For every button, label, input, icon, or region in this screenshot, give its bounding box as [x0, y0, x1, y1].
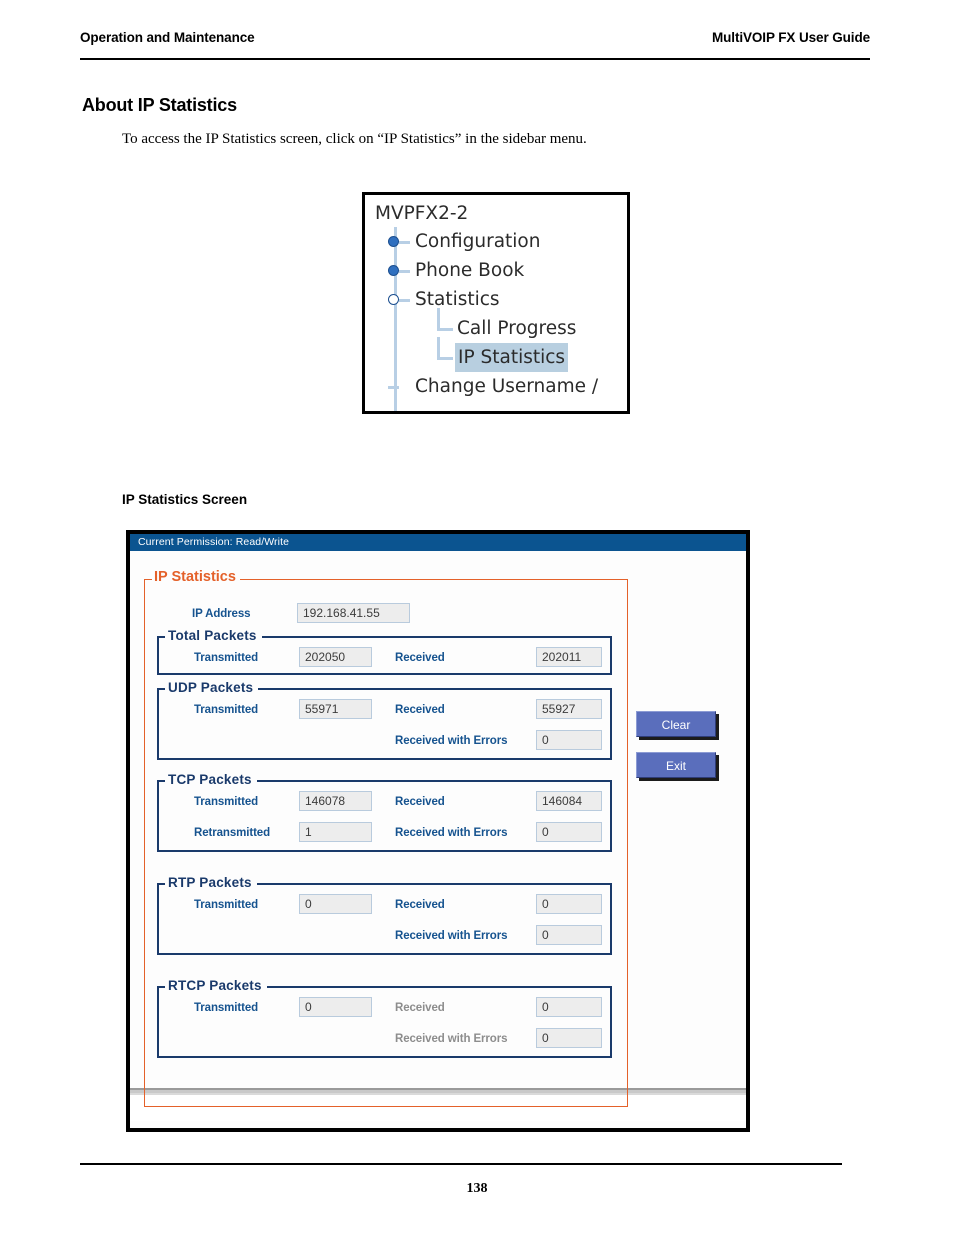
total-packets-group: Total Packets Transmitted 202050 Receive… [157, 628, 612, 675]
rtcp-received-errors-field[interactable]: 0 [536, 1028, 602, 1048]
group-title: UDP Packets [165, 680, 259, 695]
received-label: Received [395, 704, 445, 716]
tree-item-label: Configuration [415, 231, 541, 252]
total-transmitted-field[interactable]: 202050 [299, 647, 372, 667]
group-title: Total Packets [165, 628, 262, 643]
udp-packets-group: UDP Packets Transmitted 55971 Received 5… [157, 680, 612, 760]
received-label: Received [395, 796, 445, 808]
tree-item-label: Change Username / [415, 376, 599, 397]
node-connector-line [399, 270, 410, 273]
tree-branch-line [437, 337, 440, 357]
page-header: Operation and Maintenance MultiVOIP FX U… [80, 30, 870, 45]
transmitted-label: Transmitted [194, 899, 259, 911]
tree-branch-arm [437, 357, 453, 360]
figure-caption: IP Statistics Screen [122, 492, 248, 507]
rtcp-received-field[interactable]: 0 [536, 997, 602, 1017]
received-with-errors-label: Received with Errors [395, 1033, 508, 1045]
clear-button[interactable]: Clear [636, 711, 716, 737]
udp-received-errors-field[interactable]: 0 [536, 730, 602, 750]
group-title: RTCP Packets [165, 978, 267, 993]
rtp-received-field[interactable]: 0 [536, 894, 602, 914]
received-label: Received [395, 899, 445, 911]
ip-statistics-dialog: Current Permission: Read/Write IP Statis… [126, 530, 750, 1132]
footer-divider [80, 1163, 842, 1165]
header-right-title: MultiVOIP FX User Guide [712, 30, 870, 45]
tcp-received-field[interactable]: 146084 [536, 791, 602, 811]
page-title: About IP Statistics [82, 95, 237, 115]
header-left-title: Operation and Maintenance [80, 30, 255, 45]
node-toggle-icon[interactable] [388, 265, 399, 276]
rtcp-transmitted-field[interactable]: 0 [299, 997, 372, 1017]
rtp-packets-group: RTP Packets Transmitted 0 Received 0 Rec… [157, 875, 612, 955]
group-title: RTP Packets [165, 875, 257, 890]
node-connector-line [399, 299, 410, 302]
node-connector-line [388, 386, 399, 389]
sidebar-tree-figure: MVPFX2-2 Configuration Phone Book Statis… [362, 192, 630, 414]
transmitted-label: Transmitted [194, 652, 259, 664]
sidebar-tree: MVPFX2-2 Configuration Phone Book Statis… [365, 195, 627, 411]
tree-trunk-line [394, 227, 397, 411]
udp-received-field[interactable]: 55927 [536, 699, 602, 719]
rtp-received-errors-field[interactable]: 0 [536, 925, 602, 945]
transmitted-label: Transmitted [194, 1002, 259, 1014]
tcp-retransmitted-field[interactable]: 1 [299, 822, 372, 842]
page-number: 138 [466, 1181, 488, 1196]
ip-address-label: IP Address [192, 608, 251, 620]
tree-item-label: Statistics [415, 289, 500, 310]
tree-item-label: Phone Book [415, 260, 525, 281]
transmitted-label: Transmitted [194, 704, 259, 716]
exit-button[interactable]: Exit [636, 752, 716, 778]
dialog-body: IP Statistics IP Address 192.168.41.55 T… [130, 551, 746, 1107]
tree-root-label: MVPFX2-2 [375, 203, 469, 224]
retransmitted-label: Retransmitted [194, 827, 271, 839]
group-title: TCP Packets [165, 772, 257, 787]
header-divider [80, 58, 870, 60]
transmitted-label: Transmitted [194, 796, 259, 808]
tree-item-label: Call Progress [457, 318, 577, 339]
rtcp-packets-group: RTCP Packets Transmitted 0 Received 0 Re… [157, 978, 612, 1058]
tree-branch-arm [437, 328, 453, 331]
tcp-received-errors-field[interactable]: 0 [536, 822, 602, 842]
received-with-errors-label: Received with Errors [395, 930, 508, 942]
node-toggle-icon[interactable] [388, 236, 399, 247]
tree-branch-line [437, 308, 440, 328]
ip-statistics-panel: IP Statistics IP Address 192.168.41.55 T… [144, 569, 628, 1107]
dialog-titlebar: Current Permission: Read/Write [130, 534, 746, 551]
ip-address-field[interactable]: 192.168.41.55 [297, 603, 410, 623]
node-toggle-icon[interactable] [388, 294, 399, 305]
udp-transmitted-field[interactable]: 55971 [299, 699, 372, 719]
tcp-transmitted-field[interactable]: 146078 [299, 791, 372, 811]
panel-title: IP Statistics [152, 569, 240, 585]
total-received-field[interactable]: 202011 [536, 647, 602, 667]
received-with-errors-label: Received with Errors [395, 827, 508, 839]
received-label: Received [395, 1002, 445, 1014]
tcp-packets-group: TCP Packets Transmitted 146078 Received … [157, 772, 612, 852]
node-connector-line [399, 241, 410, 244]
intro-paragraph: To access the IP Statistics screen, clic… [122, 131, 587, 147]
rtp-transmitted-field[interactable]: 0 [299, 894, 372, 914]
tree-item-label-selected: IP Statistics [455, 343, 569, 372]
received-with-errors-label: Received with Errors [395, 735, 508, 747]
received-label: Received [395, 652, 445, 664]
